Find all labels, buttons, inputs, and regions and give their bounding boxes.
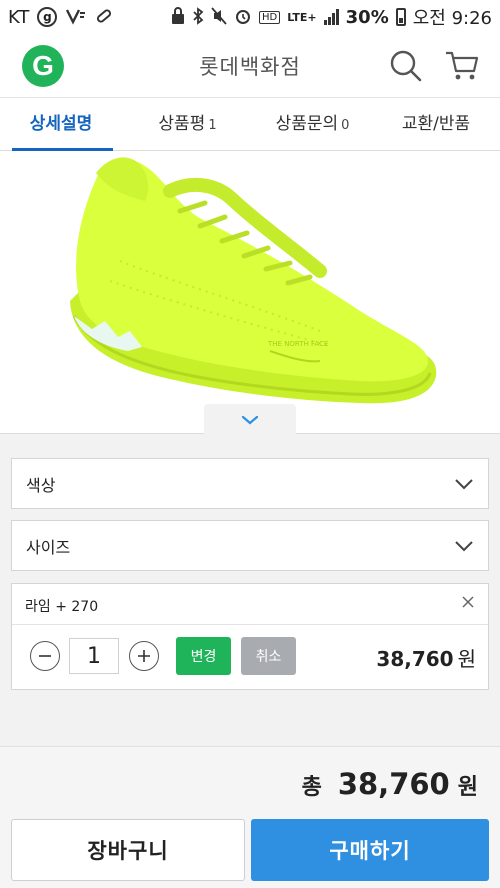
total-amount: 38,760 (337, 767, 450, 801)
bluetooth-icon (192, 6, 204, 28)
status-bar: KT g HD LTE+ 30% 오전 9:26 (0, 0, 500, 34)
cart-icon[interactable] (442, 46, 482, 86)
size-select-label: 사이즈 (26, 537, 71, 557)
change-button[interactable]: 변경 (176, 637, 231, 675)
hd-voice-badge: HD (258, 10, 281, 24)
selected-option-name: 라임 + 270 (25, 599, 99, 615)
total-price: 총 38,760 원 (302, 767, 478, 801)
color-select-label: 색상 (26, 475, 56, 495)
add-to-cart-button[interactable]: 장바구니 (11, 819, 245, 881)
plus-icon (138, 650, 150, 662)
buy-now-button[interactable]: 구매하기 (251, 819, 489, 881)
carrier-label: KT (8, 6, 30, 28)
checkout-bar: 총 38,760 원 장바구니 구매하기 (0, 746, 500, 888)
search-icon[interactable] (386, 46, 426, 86)
network-type-label: LTE+ (287, 10, 317, 24)
product-tabs: 상세설명 상품평 1 상품문의 0 교환/반품 (0, 98, 500, 151)
product-image: THE NORTH FACE (0, 151, 500, 434)
close-icon[interactable] (460, 594, 476, 610)
tab-detail[interactable]: 상세설명 (0, 98, 125, 151)
quantity-decrease-button[interactable] (30, 641, 60, 671)
question-count: 0 (341, 118, 350, 133)
signal-icon (323, 9, 339, 25)
app-header: G 롯데백화점 (0, 34, 500, 98)
pill-icon (95, 7, 113, 28)
chevron-down-icon (454, 478, 474, 490)
clock: 오전 9:26 (412, 8, 492, 29)
shoe-illustration: THE NORTH FACE (70, 157, 437, 404)
mute-icon (211, 6, 227, 28)
tab-exchange-return[interactable]: 교환/반품 (375, 98, 500, 150)
review-count: 1 (208, 118, 217, 133)
g-app-icon: g (37, 7, 58, 27)
lock-icon (171, 6, 185, 28)
quantity-input[interactable]: 1 (69, 638, 119, 674)
network-speed-icon (65, 7, 87, 28)
minus-icon (39, 655, 51, 657)
home-logo[interactable]: G (22, 45, 64, 87)
brand-mark: THE NORTH FACE (267, 340, 328, 348)
quantity-increase-button[interactable] (129, 641, 159, 671)
item-price: 38,760 원 (376, 647, 476, 671)
tab-reviews[interactable]: 상품평 1 (125, 98, 250, 150)
selected-option-card: 라임 + 270 1 변경 취소 38,760 원 (11, 583, 489, 690)
alarm-icon (234, 7, 252, 28)
total-label: 총 (301, 775, 322, 800)
divider (12, 624, 488, 625)
expand-details-button[interactable] (204, 404, 296, 436)
cancel-button[interactable]: 취소 (241, 637, 296, 675)
battery-percent: 30% (345, 6, 389, 28)
total-currency: 원 (457, 775, 478, 800)
chevron-down-icon (454, 540, 474, 552)
color-select[interactable]: 색상 (11, 458, 489, 509)
size-select[interactable]: 사이즈 (11, 520, 489, 571)
tab-questions[interactable]: 상품문의 0 (250, 98, 375, 150)
battery-icon (395, 8, 406, 26)
chevron-down-icon (241, 415, 259, 425)
